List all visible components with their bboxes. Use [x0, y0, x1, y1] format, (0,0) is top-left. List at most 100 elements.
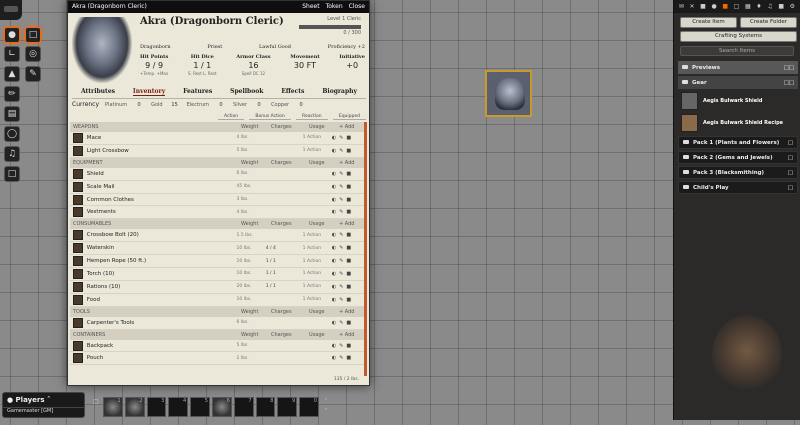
foundry-logo[interactable] — [0, 0, 22, 20]
stat-movement[interactable]: Movement 30 FT — [290, 54, 319, 76]
close-button[interactable]: Close — [349, 1, 365, 13]
edit-icon[interactable]: ✎ — [339, 284, 343, 290]
item-icon[interactable] — [73, 132, 83, 143]
item-icon[interactable] — [73, 243, 83, 254]
edit-icon[interactable]: ✎ — [339, 271, 343, 277]
equip-toggle-icon[interactable]: ◐ — [332, 258, 336, 264]
crafting-systems-button[interactable]: Crafting Systems — [680, 31, 797, 42]
xp-text[interactable]: 0 / 300 — [299, 30, 361, 36]
equip-toggle-icon[interactable]: ◐ — [332, 171, 336, 177]
inventory-item[interactable]: Carpenter's Tools 6 lbs. ◐ ✎ ■ — [70, 317, 364, 330]
delete-icon[interactable]: ■ — [346, 232, 351, 238]
stat-hit-dice[interactable]: Hit Dice 1 / 1 S. Rest L. Rest — [188, 54, 217, 76]
macro-slot[interactable]: 1 — [102, 397, 123, 417]
item-charges[interactable]: 1 / 1 — [266, 284, 303, 289]
chat-tab-icon[interactable]: ✉ — [679, 3, 684, 10]
equip-toggle-icon[interactable]: ◐ — [332, 148, 336, 154]
playlists-tab-icon[interactable]: ♫ — [767, 3, 772, 10]
item-name[interactable]: Backpack — [87, 343, 237, 349]
delete-icon[interactable]: ■ — [346, 209, 351, 215]
items-tab-icon[interactable]: ■ — [722, 3, 728, 10]
item-icon[interactable] — [73, 207, 83, 218]
inventory-item[interactable]: Hempen Rope (50 ft.) 10 lbs. 1 / 11 Action… — [70, 255, 364, 269]
alignment-field[interactable]: Lawful Good — [259, 44, 291, 50]
item-name[interactable]: Crossbow Bolt (20) — [87, 232, 237, 238]
add-item-button[interactable]: + Add — [339, 309, 359, 315]
inventory-item[interactable]: Rations (10) 20 lbs. 1 / 11 Action ◐ ✎ ■ — [70, 281, 364, 294]
measure-icon[interactable]: ∟ — [4, 46, 20, 62]
inventory-item[interactable]: Vestments 4 lbs. ◐ ✎ ■ — [70, 206, 364, 220]
coin-input[interactable]: 15 — [169, 102, 181, 108]
folder-actions-icon[interactable]: □ — [788, 140, 793, 146]
select-tool-icon[interactable]: □ — [25, 27, 41, 43]
item-name[interactable]: Pouch — [87, 355, 237, 361]
target-icon[interactable]: ◎ — [25, 46, 41, 62]
inventory-item[interactable]: Common Clothes 3 lbs. ◐ ✎ ■ — [70, 194, 364, 207]
item-icon[interactable] — [73, 317, 83, 328]
combat-tab-icon[interactable]: ✕ — [689, 3, 694, 10]
inventory-item[interactable]: Torch (10) 10 lbs. 1 / 11 Action ◐ ✎ ■ — [70, 268, 364, 281]
inventory-item[interactable]: Shield 6 lbs. ◐ ✎ ■ — [70, 168, 364, 181]
item-icon[interactable] — [73, 168, 83, 179]
scenes-tab-icon[interactable]: ■ — [700, 3, 706, 10]
stat-value[interactable]: 1 / 1 — [188, 61, 217, 70]
journal-tab-icon[interactable]: □ — [734, 3, 740, 10]
item-entry[interactable]: Aegis Bulwark Shield — [678, 90, 798, 112]
chevron-up-icon[interactable]: ˆ — [47, 396, 51, 404]
equip-toggle-icon[interactable]: ◐ — [332, 135, 336, 141]
macro-slot[interactable]: 7 — [233, 397, 254, 417]
tab-effects[interactable]: Effects — [281, 88, 304, 96]
draw-icon[interactable]: ✏ — [4, 86, 20, 102]
equip-toggle-icon[interactable]: ◐ — [332, 297, 336, 303]
inventory-item[interactable]: Crossbow Bolt (20) 1.5 lbs. 1 Action ◐ ✎ ■ — [70, 229, 364, 243]
folder-actions-icon[interactable]: □□ — [784, 65, 794, 71]
equip-toggle-icon[interactable]: ◐ — [332, 271, 336, 277]
equip-toggle-icon[interactable]: ◐ — [332, 232, 336, 238]
item-icon[interactable] — [73, 294, 83, 305]
macro-slot[interactable]: 2 — [124, 397, 145, 417]
compendium-tab-icon[interactable]: ■ — [778, 3, 784, 10]
delete-icon[interactable]: ■ — [346, 343, 351, 349]
stat-armor-class[interactable]: Armor Class 16 Spell DC 12 — [236, 54, 270, 76]
equip-toggle-icon[interactable]: ◐ — [332, 343, 336, 349]
item-icon[interactable] — [73, 194, 83, 205]
tab-biography[interactable]: Biography — [322, 88, 357, 96]
item-charges[interactable]: 1 / 1 — [266, 271, 303, 276]
item-icon[interactable] — [73, 230, 83, 241]
edit-icon[interactable]: ✎ — [339, 343, 343, 349]
delete-icon[interactable]: ■ — [346, 135, 351, 141]
ruler-icon[interactable]: ✎ — [25, 66, 41, 82]
sheet-header[interactable]: Akra (Dragonborn Cleric) Sheet Token Clo… — [68, 1, 369, 13]
edit-icon[interactable]: ✎ — [339, 355, 343, 361]
edit-icon[interactable]: ✎ — [339, 135, 343, 141]
filter-reaction[interactable]: Reaction — [296, 114, 328, 120]
delete-icon[interactable]: ■ — [346, 184, 351, 190]
item-name[interactable]: Shield — [87, 171, 237, 177]
stat-sub[interactable]: S. Rest L. Rest — [188, 71, 217, 76]
edit-icon[interactable]: ✎ — [339, 320, 343, 326]
item-name[interactable]: Light Crossbow — [87, 148, 237, 154]
delete-icon[interactable]: ■ — [346, 271, 351, 277]
coin-input[interactable]: 0 — [253, 102, 265, 108]
item-name[interactable]: Food — [87, 297, 237, 303]
inventory-item[interactable]: Pouch 1 lbs. ◐ ✎ ■ — [70, 352, 364, 366]
equip-toggle-icon[interactable]: ◐ — [332, 184, 336, 190]
add-item-button[interactable]: + Add — [339, 160, 359, 166]
cards-tab-icon[interactable]: ♦ — [756, 3, 761, 10]
inventory-item[interactable]: Light Crossbow 5 lbs. 1 Action ◐ ✎ ■ — [70, 145, 364, 158]
inventory-item[interactable]: Mace 4 lbs. 1 Action ◐ ✎ ■ — [70, 132, 364, 145]
item-name[interactable]: Rations (10) — [87, 284, 237, 290]
macro-slot[interactable]: 0 — [299, 397, 320, 417]
item-entry[interactable]: Aegis Bulwark Shield Recipe — [678, 112, 798, 134]
item-name[interactable]: Torch (10) — [87, 271, 237, 277]
equip-toggle-icon[interactable]: ◐ — [332, 197, 336, 203]
item-icon[interactable] — [73, 281, 83, 292]
create-folder-button[interactable]: Create Folder — [740, 17, 797, 28]
item-icon[interactable] — [73, 181, 83, 192]
inventory-item[interactable]: Backpack 5 lbs. ◐ ✎ ■ — [70, 340, 364, 353]
filter-equipped[interactable]: Equipped — [332, 114, 366, 120]
equip-toggle-icon[interactable]: ◐ — [332, 320, 336, 326]
delete-icon[interactable]: ■ — [346, 284, 351, 290]
macro-slot[interactable]: 8 — [255, 397, 276, 417]
item-icon[interactable] — [73, 340, 83, 351]
